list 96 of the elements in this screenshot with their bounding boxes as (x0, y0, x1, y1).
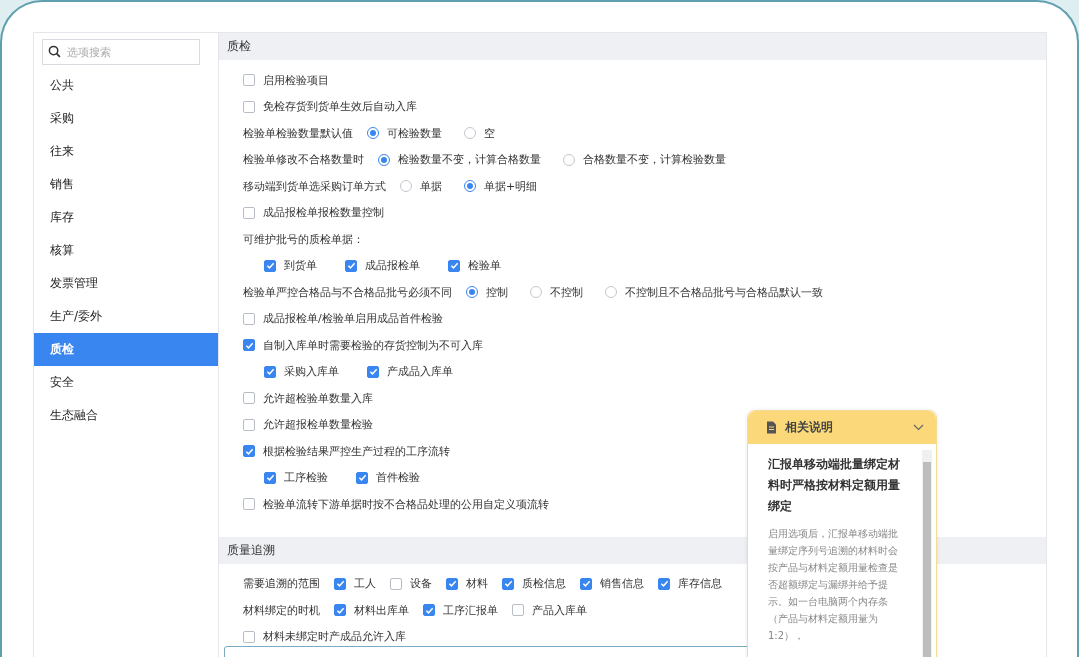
checkbox-label: 到货单 (284, 258, 317, 274)
checkbox[interactable] (502, 577, 514, 590)
checkbox[interactable] (446, 577, 458, 590)
checkbox-label: 允许超报检单数量检验 (263, 417, 373, 433)
checkbox[interactable] (243, 445, 255, 458)
checkbox[interactable] (264, 365, 276, 378)
sidebar-item[interactable]: 公共 (34, 69, 218, 102)
radio-label: 合格数量不变，计算检验数量 (583, 152, 726, 168)
checkbox-label: 采购入库单 (284, 364, 339, 380)
checkbox[interactable] (512, 604, 524, 617)
option-label: 检验单检验数量默认值 (243, 125, 353, 141)
checkbox-label: 材料 (466, 576, 488, 592)
checkbox-label: 材料未绑定时产成品允许入库 (263, 629, 406, 645)
checkbox-label: 质检信息 (522, 576, 566, 592)
checkbox[interactable] (390, 577, 402, 590)
checkbox-label: 免检存货到货单生效后自动入库 (263, 99, 417, 115)
option-label: 检验单修改不合格数量时 (243, 152, 364, 168)
radio-button[interactable] (464, 180, 476, 193)
checkbox[interactable] (334, 604, 346, 617)
chevron-down-icon[interactable] (913, 424, 924, 431)
radio-label: 控制 (486, 284, 508, 300)
search-field[interactable]: 选项搜索 (42, 39, 200, 65)
checkbox-label: 销售信息 (600, 576, 644, 592)
checkbox[interactable] (356, 471, 368, 484)
option-label: 移动端到货单选采购订单方式 (243, 178, 386, 194)
checkbox[interactable] (243, 312, 255, 325)
sidebar-item[interactable]: 采购 (34, 102, 218, 135)
checkbox[interactable] (243, 206, 255, 219)
sidebar-item[interactable]: 库存 (34, 201, 218, 234)
sidebar-item[interactable]: 生产/委外 (34, 300, 218, 333)
checkbox[interactable] (243, 418, 255, 431)
checkbox[interactable] (334, 577, 346, 590)
checkbox-label: 产品入库单 (532, 602, 587, 618)
sidebar-item[interactable]: 生态融合 (34, 399, 218, 432)
help-heading: 汇报单移动端批量绑定材料时严格按材料定额用量绑定 (768, 456, 900, 515)
checkbox[interactable] (264, 471, 276, 484)
scrollbar[interactable] (922, 450, 932, 657)
checkbox[interactable] (658, 577, 670, 590)
checkbox[interactable] (580, 577, 592, 590)
radio-label: 不控制 (550, 284, 583, 300)
radio-label: 不控制且不合格品批号与合格品默认一致 (625, 284, 823, 300)
radio-button[interactable] (530, 286, 542, 299)
checkbox-label: 启用检验项目 (263, 72, 329, 88)
radio-button[interactable] (605, 286, 617, 299)
checkbox[interactable] (448, 259, 460, 272)
checkbox[interactable] (243, 498, 255, 511)
checkbox[interactable] (243, 630, 255, 643)
sidebar-item[interactable]: 发票管理 (34, 267, 218, 300)
radio-button[interactable] (367, 127, 379, 140)
sidebar-item[interactable]: 质检 (34, 333, 218, 366)
checkbox-label: 检验单流转下游单据时按不合格品处理的公用自定义项流转 (263, 496, 549, 512)
radio-button[interactable] (378, 153, 390, 166)
checkbox-label: 工序汇报单 (443, 602, 498, 618)
checkbox[interactable] (423, 604, 435, 617)
checkbox-label: 成品报检单/检验单启用成品首件检验 (263, 311, 443, 327)
checkbox-label: 产成品入库单 (387, 364, 453, 380)
checkbox[interactable] (243, 339, 255, 352)
option-label: 需要追溯的范围 (243, 576, 320, 592)
sidebar-item[interactable]: 往来 (34, 135, 218, 168)
checkbox-label: 成品报检单 (365, 258, 420, 274)
sidebar-item[interactable]: 安全 (34, 366, 218, 399)
radio-button[interactable] (400, 180, 412, 193)
checkbox[interactable] (367, 365, 379, 378)
checkbox-label: 材料出库单 (354, 602, 409, 618)
sidebar-item[interactable]: 核算 (34, 234, 218, 267)
radio-label: 空 (484, 125, 495, 141)
checkbox-label: 库存信息 (678, 576, 722, 592)
section-header: 质检 (219, 33, 1046, 60)
radio-label: 可检验数量 (387, 125, 442, 141)
checkbox[interactable] (264, 259, 276, 272)
radio-button[interactable] (464, 127, 476, 140)
checkbox-label: 设备 (410, 576, 432, 592)
option-label: 材料绑定的时机 (243, 602, 320, 618)
checkbox[interactable] (243, 100, 255, 113)
search-icon (48, 45, 61, 58)
checkbox-label: 根据检验结果严控生产过程的工序流转 (263, 443, 450, 459)
checkbox-label: 工序检验 (284, 470, 328, 486)
checkbox-label: 工人 (354, 576, 376, 592)
help-title: 相关说明 (785, 419, 834, 436)
radio-button[interactable] (466, 286, 478, 299)
radio-button[interactable] (563, 153, 575, 166)
checkbox-label: 自制入库单时需要检验的存货控制为不可入库 (263, 337, 483, 353)
checkbox-label: 检验单 (468, 258, 501, 274)
sidebar-item[interactable]: 销售 (34, 168, 218, 201)
checkbox[interactable] (243, 392, 255, 405)
radio-label: 单据+明细 (484, 178, 538, 194)
checkbox-label: 成品报检单报检数量控制 (263, 205, 384, 221)
document-icon (766, 421, 777, 434)
checkbox-label: 首件检验 (376, 470, 420, 486)
radio-label: 检验数量不变，计算合格数量 (398, 152, 541, 168)
checkbox-label: 允许超检验单数量入库 (263, 390, 373, 406)
checkbox[interactable] (345, 259, 357, 272)
option-label: 检验单严控合格品与不合格品批号必须不同 (243, 284, 452, 300)
radio-label: 单据 (420, 178, 442, 194)
checkbox[interactable] (243, 74, 255, 87)
group-label: 可维护批号的质检单据： (243, 231, 364, 247)
